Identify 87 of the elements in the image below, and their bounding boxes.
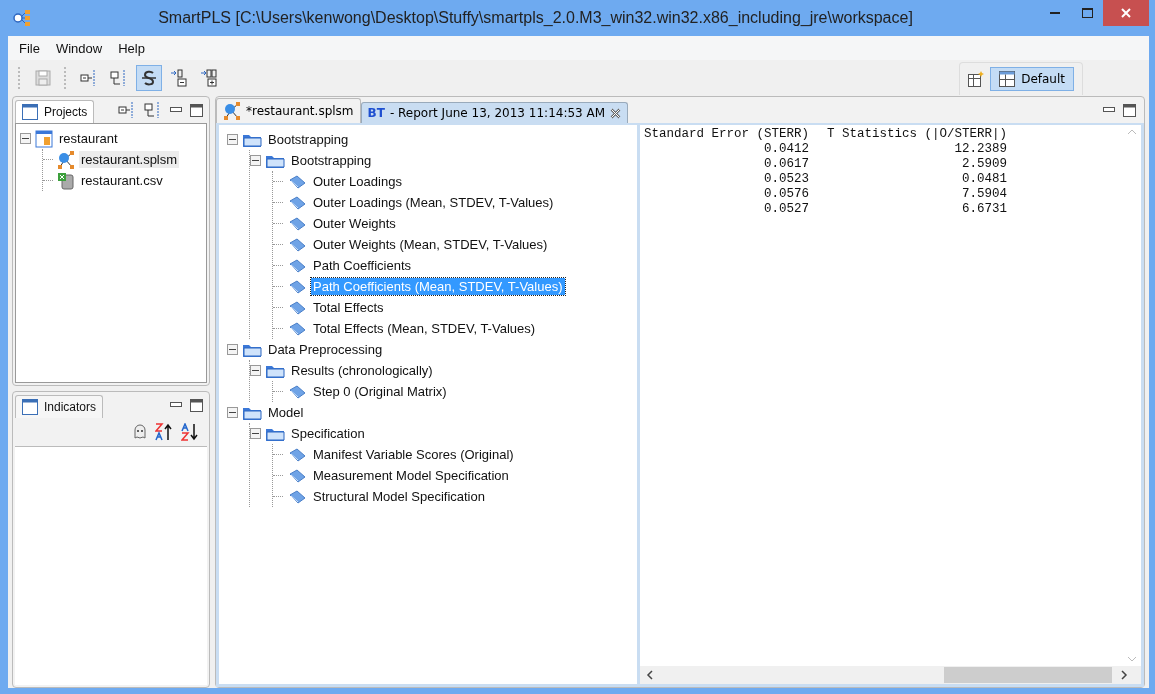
table-cell-text: 0.0523	[763, 172, 810, 187]
document-icon	[287, 257, 307, 274]
panel-tab[interactable]: Indicators	[15, 395, 104, 418]
tree-item[interactable]: Model	[266, 404, 306, 421]
maximize-icon[interactable]	[190, 103, 203, 117]
close-icon[interactable]	[610, 107, 622, 119]
collapse-toggle[interactable]	[227, 344, 238, 355]
table-cell-text: 6.6731	[961, 202, 1008, 217]
sort-descending-icon[interactable]	[155, 423, 173, 441]
panel-tab[interactable]: Projects	[15, 100, 95, 123]
close-icon	[1121, 8, 1131, 18]
maximize-icon	[1081, 8, 1093, 18]
menu-item[interactable]: File	[12, 38, 47, 58]
network-icon	[223, 102, 241, 120]
maximize-icon[interactable]	[190, 398, 203, 412]
tree-item[interactable]: Outer Loadings	[311, 173, 404, 190]
maximize-icon[interactable]	[1123, 103, 1136, 117]
editor-tab[interactable]: BT - Report June 13, 2013 11:14:53 AM	[360, 102, 629, 123]
tree-item[interactable]: Bootstrapping	[266, 131, 351, 148]
project-icon	[35, 129, 53, 148]
close-button[interactable]	[1103, 0, 1149, 26]
expand-all-icon[interactable]	[118, 101, 136, 119]
spreadsheet-file-icon	[57, 171, 75, 190]
editor-tab[interactable]: *restaurant.splsm	[216, 98, 361, 123]
collapse-toggle[interactable]	[250, 155, 261, 166]
document-icon	[287, 320, 307, 337]
document-icon	[287, 467, 307, 484]
collapse-toggle[interactable]	[250, 428, 261, 439]
tree-item[interactable]: Total Effects (Mean, STDEV, T-Values)	[311, 320, 538, 337]
table-cell-text: 0.0527	[763, 202, 810, 217]
document-icon	[287, 215, 307, 232]
tree-item[interactable]: Step 0 (Original Matrix)	[311, 383, 449, 400]
tree-item[interactable]: restaurant.csv	[79, 172, 165, 189]
sort-ascending-icon[interactable]	[181, 423, 199, 441]
column-header: Standard Error (STERR)	[644, 127, 810, 142]
table-cell-text: 12.2389	[953, 142, 1008, 157]
scroll-left-icon[interactable]	[646, 670, 654, 680]
window-icon	[22, 399, 38, 415]
tree-item[interactable]: Structural Model Specification	[311, 488, 487, 505]
collapse-toggle[interactable]	[250, 365, 261, 376]
tree-item[interactable]: Outer Weights	[311, 215, 398, 232]
tree-item[interactable]: restaurant	[57, 130, 120, 147]
collapse-toggle[interactable]	[227, 134, 238, 145]
network-icon	[57, 150, 75, 169]
minimize-icon	[1050, 12, 1060, 14]
tree-item[interactable]: Manifest Variable Scores (Original)	[311, 446, 516, 463]
ghost-icon[interactable]	[133, 424, 147, 440]
scroll-right-icon[interactable]	[1120, 670, 1128, 680]
tree-item[interactable]: Measurement Model Specification	[311, 467, 511, 484]
tree-item[interactable]: Outer Loadings (Mean, STDEV, T-Values)	[311, 194, 556, 211]
collapse-toggle[interactable]	[20, 133, 31, 144]
document-icon	[287, 194, 307, 211]
table-cell-text: 7.5904	[961, 187, 1008, 202]
table-layout-icon	[999, 70, 1016, 87]
tree-item[interactable]: restaurant.splsm	[79, 151, 180, 168]
tree-item[interactable]: Specification	[289, 425, 367, 442]
scrollbar-thumb[interactable]	[944, 667, 1112, 683]
minimize-icon[interactable]	[170, 402, 182, 408]
tree-item[interactable]: Bootstrapping	[289, 152, 374, 169]
tree-item[interactable]: Outer Weights (Mean, STDEV, T-Values)	[311, 236, 550, 253]
collapse-toggle[interactable]	[227, 407, 238, 418]
column-header: T Statistics (|O/STERR|)	[827, 127, 1008, 142]
table-cell-text: 2.5909	[961, 157, 1008, 172]
app-logo-icon	[12, 9, 32, 27]
perspective-button[interactable]: Default	[990, 66, 1074, 91]
table-cell-text: 0.0576	[763, 187, 810, 202]
menu-item[interactable]: Help	[111, 38, 152, 58]
document-icon	[287, 488, 307, 505]
tree-item[interactable]: Total Effects	[311, 299, 386, 316]
tree-item[interactable]: Data Preprocessing	[266, 341, 385, 358]
document-icon	[287, 299, 307, 316]
collapse-all-icon[interactable]	[144, 101, 162, 119]
menu-item[interactable]: Window	[48, 38, 110, 58]
table-cell-text: 0.0617	[763, 157, 810, 172]
minimize-icon[interactable]	[1103, 107, 1115, 113]
document-icon	[287, 446, 307, 463]
window-title: SmartPLS [C:\Users\kenwong\Desktop\Stuffy\smartpls_2.0.M3_win32.win32.x86_including_jre\workspace]	[157, 9, 914, 27]
tree-item[interactable]: Path Coefficients	[311, 257, 414, 274]
document-icon	[287, 278, 307, 295]
document-icon	[287, 236, 307, 253]
window-icon	[22, 104, 38, 120]
document-icon	[287, 383, 307, 400]
minimize-icon[interactable]	[170, 107, 182, 113]
table-cell-text: 0.0481	[961, 172, 1008, 187]
tree-item[interactable]: Results (chronologically)	[289, 362, 435, 379]
document-icon	[287, 173, 307, 190]
table-cell-text: 0.0412	[763, 142, 810, 157]
